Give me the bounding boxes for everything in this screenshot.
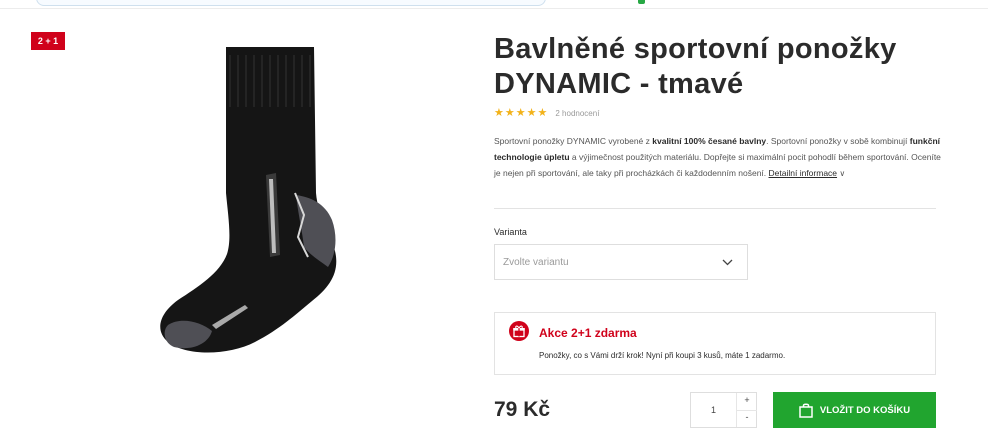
variant-label: Varianta [494, 227, 527, 237]
product-title: Bavlněné sportovní ponožky DYNAMIC - tma… [494, 33, 897, 100]
star-icon: ★ [504, 107, 515, 119]
star-icon: ★ [515, 107, 526, 119]
star-icon: ★ [537, 107, 548, 119]
description-text: Sportovní ponožky DYNAMIC vyrobené z [494, 136, 653, 146]
rating-count[interactable]: 2 hodnocení [555, 109, 599, 118]
sock-illustration [160, 47, 337, 353]
top-header-strip [0, 0, 988, 9]
shopping-bag-icon [799, 402, 813, 418]
promo-text: Ponožky, co s Vámi drží krok! Nyní při k… [539, 351, 786, 360]
promo-title: Akce 2+1 zdarma [539, 326, 637, 340]
promo-box: Akce 2+1 zdarma Ponožky, co s Vámi drží … [494, 312, 936, 375]
add-to-cart-button[interactable]: VLOŽIT DO KOŠÍKU [773, 392, 936, 428]
quantity-input[interactable]: 1 [691, 393, 736, 427]
price: 79 Kč [494, 398, 551, 421]
variant-select[interactable]: Zvolte variantu [494, 244, 748, 280]
star-icon: ★ [494, 107, 504, 119]
description-highlight: kvalitní 100% česané bavlny [652, 136, 767, 146]
quantity-stepper[interactable]: 1 + - [690, 392, 757, 428]
star-icon: ★ [526, 107, 537, 119]
product-image[interactable] [90, 25, 420, 365]
cart-indicator [638, 0, 645, 4]
detail-info-link[interactable]: Detailní informace [769, 168, 838, 178]
divider [494, 208, 936, 209]
quantity-increase-button[interactable]: + [736, 393, 757, 411]
add-to-cart-label: VLOŽIT DO KOŠÍKU [819, 404, 911, 416]
rating[interactable]: ★ ★ ★ ★ ★ 2 hodnocení [494, 108, 599, 119]
chevron-down-icon[interactable]: ∨ [839, 169, 845, 178]
search-bar[interactable] [36, 0, 546, 6]
variant-placeholder: Zvolte variantu [503, 256, 569, 268]
description-text: . Sportovní ponožky v sobě kombinují [766, 136, 910, 146]
promo-badge: 2 + 1 [31, 32, 65, 50]
chevron-down-icon [722, 259, 733, 265]
quantity-decrease-button[interactable]: - [736, 410, 757, 427]
gift-icon [509, 321, 529, 341]
product-description: Sportovní ponožky DYNAMIC vyrobené z kva… [494, 133, 944, 182]
